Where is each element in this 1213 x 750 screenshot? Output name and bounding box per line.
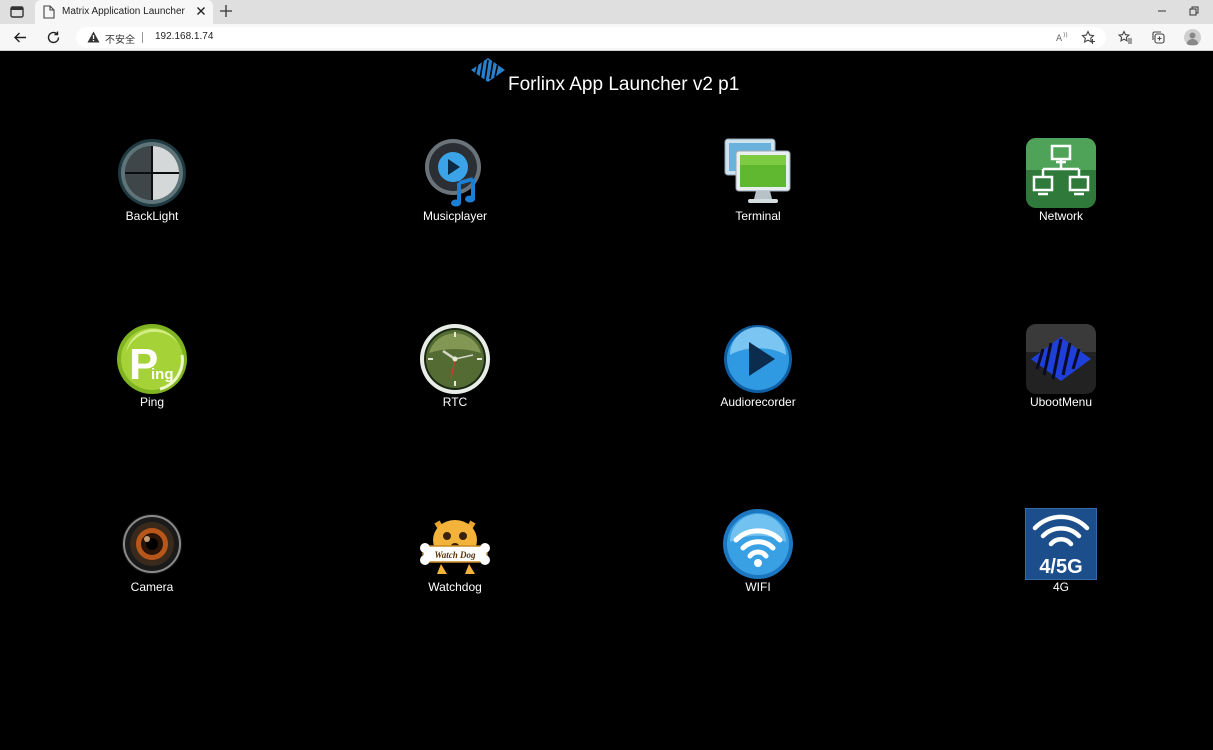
app-label: Musicplayer [422, 209, 488, 223]
launcher-page: Forlinx App Launcher v2 p1 BackLight Mus… [0, 52, 1213, 750]
svg-text:4/5G: 4/5G [1039, 556, 1082, 578]
app-label: Terminal [735, 209, 781, 223]
app-label: Audiorecorder [720, 395, 796, 409]
tab-actions-icon[interactable] [9, 4, 25, 20]
minimize-icon[interactable] [1156, 5, 1168, 17]
collections-icon[interactable] [1151, 30, 1166, 45]
app-musicplayer[interactable]: Musicplayer [390, 137, 520, 227]
app-label: WIFI [745, 580, 771, 594]
add-favorite-icon[interactable] [1081, 30, 1096, 45]
app-ping[interactable]: P ing Ping [87, 323, 217, 413]
svg-text:)): )) [1063, 32, 1068, 39]
app-camera[interactable]: Camera [87, 508, 217, 598]
tab-strip: Matrix Application Launcher [0, 0, 1213, 24]
music-player-icon[interactable] [419, 137, 491, 209]
clock-icon[interactable] [419, 323, 491, 395]
app-label: Ping [139, 395, 165, 409]
svg-text:A: A [1056, 34, 1063, 44]
forlinx-logo-icon [471, 58, 505, 82]
app-label: BackLight [125, 209, 179, 223]
app-ubootmenu[interactable]: UbootMenu [996, 323, 1126, 413]
person-icon [1186, 32, 1199, 45]
refresh-icon[interactable] [46, 30, 61, 45]
app-label: Network [1038, 209, 1083, 223]
read-aloud-icon[interactable]: A )) [1055, 30, 1070, 45]
page-title: Forlinx App Launcher v2 p1 [508, 74, 740, 95]
back-icon[interactable] [13, 30, 28, 45]
app-terminal[interactable]: Terminal [693, 137, 823, 227]
app-label: Camera [130, 580, 174, 594]
profile-avatar[interactable] [1184, 29, 1201, 46]
app-audiorecorder[interactable]: Audiorecorder [693, 323, 823, 413]
app-label: 4G [1052, 580, 1069, 594]
app-backlight[interactable]: BackLight [87, 137, 217, 227]
play-icon[interactable] [722, 323, 794, 395]
app-wifi[interactable]: WIFI [693, 508, 823, 598]
svg-text:ing: ing [151, 366, 174, 383]
backlight-icon[interactable] [116, 137, 188, 209]
4g-signal-icon[interactable]: 4/5G [1025, 508, 1097, 580]
uboot-logo-icon[interactable] [1025, 323, 1097, 395]
restore-icon[interactable] [1188, 5, 1200, 17]
watchdog-icon[interactable]: Watch Dog [419, 508, 491, 580]
security-status[interactable]: 不安全 [105, 31, 135, 46]
app-label: Watchdog [428, 580, 482, 594]
url-text[interactable]: 192.168.1.74 [155, 31, 213, 42]
address-bar[interactable]: 不安全 192.168.1.74 [76, 27, 1106, 48]
app-label: UbootMenu [1029, 395, 1093, 409]
warning-icon[interactable] [87, 31, 100, 43]
terminal-icon[interactable] [722, 137, 794, 209]
tab-active[interactable]: Matrix Application Launcher [35, 0, 213, 24]
network-icon[interactable] [1025, 137, 1097, 209]
document-icon [43, 5, 55, 19]
tab-title: Matrix Application Launcher [62, 6, 185, 17]
app-watchdog[interactable]: Watch Dog Watchdog [390, 508, 520, 598]
favorites-icon[interactable] [1118, 30, 1133, 45]
close-tab-icon[interactable] [195, 5, 207, 17]
app-rtc[interactable]: RTC [390, 323, 520, 413]
app-label: RTC [442, 395, 468, 409]
new-tab-icon[interactable] [219, 4, 233, 18]
app-4g[interactable]: 4/5G 4G [996, 508, 1126, 598]
address-toolbar: 不安全 192.168.1.74 A )) [0, 24, 1213, 51]
divider [142, 32, 143, 43]
wifi-icon[interactable] [722, 508, 794, 580]
camera-icon[interactable] [116, 508, 188, 580]
ping-icon[interactable]: P ing [116, 323, 188, 395]
app-network[interactable]: Network [996, 137, 1126, 227]
svg-text:Watch Dog: Watch Dog [434, 550, 476, 560]
